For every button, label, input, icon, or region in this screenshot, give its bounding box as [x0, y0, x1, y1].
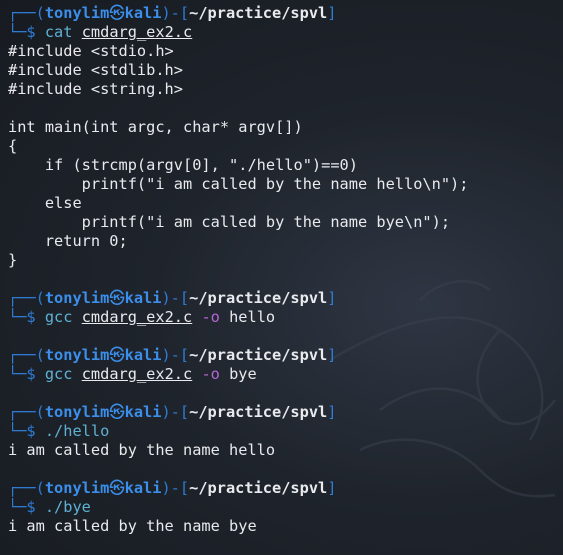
output-line: if (strcmp(argv[0], "./hello")==0) [8, 156, 358, 174]
prompt-user: tonylim [44, 403, 110, 421]
prompt-end: ] [327, 479, 337, 497]
prompt-at-symbol: ㉿ [109, 4, 125, 22]
command-file-arg: cmdarg_ex2.c [81, 23, 193, 41]
prompt-at-symbol: ㉿ [109, 479, 125, 497]
prompt-header: ┌──(tonylim㉿kali)-[~/practice/spvl] [8, 479, 558, 498]
output-line: #include <stdlib.h> [8, 61, 183, 79]
command-name: cat [44, 23, 73, 41]
output-line: { [8, 137, 18, 155]
terminal-output: ┌──(tonylim㉿kali)-[~/practice/spvl] └─$ c… [8, 4, 558, 536]
command-file-arg: cmdarg_ex2.c [81, 365, 193, 383]
output-line: return 0; [8, 232, 128, 250]
command-output-name: hello [229, 308, 276, 326]
prompt-host: kali [124, 479, 162, 497]
prompt-separator: )-[ [161, 4, 190, 22]
command-line[interactable]: └─$ gcc cmdarg_ex2.c -o bye [8, 365, 558, 384]
output-line: else [8, 194, 82, 212]
prompt-host: kali [124, 403, 162, 421]
prompt-separator: )-[ [161, 479, 190, 497]
command-line[interactable]: └─$ gcc cmdarg_ex2.c -o hello [8, 308, 558, 327]
prompt-box-bottom: └─$ [8, 498, 45, 516]
output-line: i am called by the name hello [8, 441, 276, 459]
command-output-name: bye [229, 365, 257, 383]
prompt-path: ~/practice/spvl [189, 289, 328, 307]
prompt-end: ] [327, 403, 337, 421]
command-name: ./hello [44, 422, 110, 440]
prompt-path: ~/practice/spvl [189, 4, 328, 22]
prompt-user: tonylim [44, 289, 110, 307]
prompt-at-symbol: ㉿ [109, 346, 125, 364]
prompt-end: ] [327, 4, 337, 22]
command-line[interactable]: └─$ cat cmdarg_ex2.c [8, 23, 558, 42]
prompt-box-bottom: └─$ [8, 23, 45, 41]
command-name: gcc [44, 308, 73, 326]
prompt-header: ┌──(tonylim㉿kali)-[~/practice/spvl] [8, 346, 558, 365]
prompt-path: ~/practice/spvl [189, 479, 328, 497]
prompt-box-top: ┌──( [8, 403, 45, 421]
prompt-at-symbol: ㉿ [109, 403, 125, 421]
output-line: #include <string.h> [8, 80, 183, 98]
output-line: #include <stdio.h> [8, 42, 174, 60]
prompt-header: ┌──(tonylim㉿kali)-[~/practice/spvl] [8, 403, 558, 422]
prompt-header: ┌──(tonylim㉿kali)-[~/practice/spvl] [8, 289, 558, 308]
prompt-box-top: ┌──( [8, 346, 45, 364]
output-line: printf("i am called by the name hello\n"… [8, 175, 469, 193]
prompt-box-bottom: └─$ [8, 422, 45, 440]
output-line: } [8, 251, 18, 269]
command-line[interactable]: └─$ ./bye [8, 498, 558, 517]
prompt-path: ~/practice/spvl [189, 346, 328, 364]
command-name: gcc [44, 365, 73, 383]
prompt-box-top: ┌──( [8, 479, 45, 497]
prompt-user: tonylim [44, 346, 110, 364]
command-line[interactable]: └─$ ./hello [8, 422, 558, 441]
prompt-box-top: ┌──( [8, 289, 45, 307]
output-line: int main(int argc, char* argv[]) [8, 118, 303, 136]
prompt-separator: )-[ [161, 289, 190, 307]
command-name: ./bye [44, 498, 91, 516]
prompt-header: ┌──(tonylim㉿kali)-[~/practice/spvl] [8, 4, 558, 23]
prompt-path: ~/practice/spvl [189, 403, 328, 421]
prompt-host: kali [124, 346, 162, 364]
prompt-user: tonylim [44, 479, 110, 497]
prompt-separator: )-[ [161, 403, 190, 421]
output-line: printf("i am called by the name bye\n"); [8, 213, 451, 231]
command-flag: -o [201, 308, 220, 326]
prompt-box-bottom: └─$ [8, 308, 45, 326]
prompt-host: kali [124, 4, 162, 22]
prompt-host: kali [124, 289, 162, 307]
output-line: i am called by the name bye [8, 517, 257, 535]
prompt-end: ] [327, 346, 337, 364]
prompt-user: tonylim [44, 4, 110, 22]
prompt-at-symbol: ㉿ [109, 289, 125, 307]
prompt-end: ] [327, 289, 337, 307]
command-file-arg: cmdarg_ex2.c [81, 308, 193, 326]
prompt-box-top: ┌──( [8, 4, 45, 22]
prompt-box-bottom: └─$ [8, 365, 45, 383]
prompt-separator: )-[ [161, 346, 190, 364]
command-flag: -o [201, 365, 220, 383]
